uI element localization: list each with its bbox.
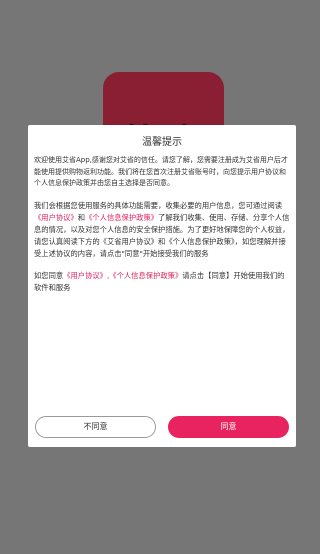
user-agreement-link[interactable]: 《用户协议》 — [34, 213, 78, 222]
policy-paragraph: 我们会根据您使用服务的具体功能需要，收集必要的用户信息，您可通过阅读《用户协议》… — [34, 200, 290, 260]
dialog-body: 欢迎使用艾省App,感谢您对艾省的信任。请您了解，您需要注册成为艾省用户后才能使… — [34, 155, 290, 304]
dialog-title: 温馨提示 — [142, 137, 182, 148]
privacy-policy-link[interactable]: 《个人信息保护政策》 — [85, 213, 158, 222]
consent-user-agreement-link[interactable]: 《用户协议》 — [63, 271, 107, 280]
agree-button[interactable]: 同意 — [168, 416, 289, 438]
consent-privacy-policy-link[interactable]: 《个人信息保护政策》 — [109, 271, 182, 280]
policy-text-a: 我们会根据您使用服务的具体功能需要，收集必要的用户信息，您可通过阅读 — [34, 200, 283, 210]
policy-text-b: 和 — [77, 212, 86, 222]
screen: 艾省 温馨提示 欢迎使用艾省App,感谢您对艾省的信任。请您了解，您需要注册成为… — [0, 0, 320, 554]
consent-paragraph: 如您同意《用户协议》,《个人信息保护政策》请点击【同意】开始使用我们的软件和服务 — [34, 270, 290, 294]
privacy-dialog: 温馨提示 欢迎使用艾省App,感谢您对艾省的信任。请您了解，您需要注册成为艾省用… — [28, 125, 296, 447]
intro-paragraph: 欢迎使用艾省App,感谢您对艾省的信任。请您了解，您需要注册成为艾省用户后才能使… — [34, 156, 288, 187]
consent-text-a: 如您同意 — [34, 270, 64, 280]
disagree-button[interactable]: 不同意 — [35, 416, 156, 438]
